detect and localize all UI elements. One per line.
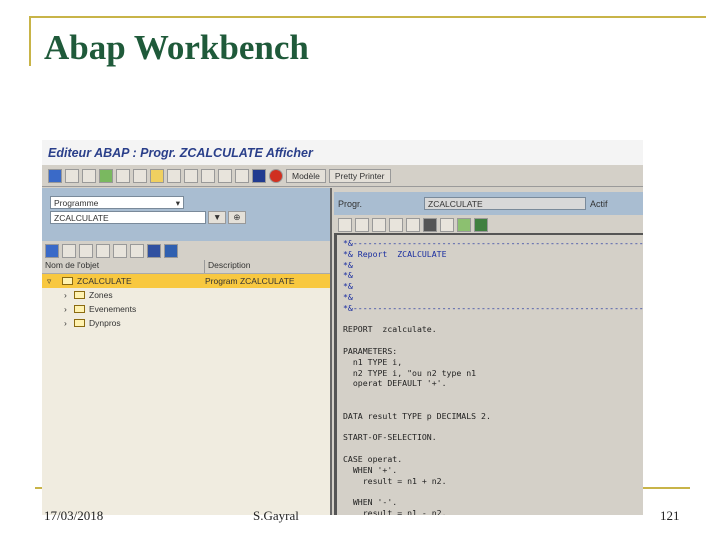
footer-date: 17/03/2018 (44, 508, 104, 523)
folder-icon (74, 305, 85, 313)
code-line: START-OF-SELECTION. (343, 432, 437, 443)
status-text: Actif (590, 198, 608, 209)
tree-row[interactable]: › Zones (42, 288, 330, 302)
back-icon[interactable] (48, 168, 62, 183)
code-line: *&--------------------------------------… (343, 238, 643, 248)
application-toolbar: Modèle Pretty Printer (42, 165, 643, 187)
program-field: ZCALCULATE (424, 197, 586, 210)
dropdown-icon: ▾ (175, 198, 180, 208)
paste-icon[interactable] (372, 218, 386, 232)
footer-author: S.Gayral (253, 508, 299, 523)
code-line: WHEN '-'. (343, 497, 398, 508)
info-icon[interactable] (150, 168, 164, 183)
code-line: *& (343, 259, 353, 270)
activate-icon[interactable] (99, 168, 113, 183)
hierarchy-icon[interactable] (201, 168, 215, 183)
download-icon[interactable] (474, 218, 488, 232)
undo-icon[interactable] (389, 218, 403, 232)
find-icon[interactable] (423, 218, 437, 232)
code-line: DATA result TYPE p DECIMALS 2. (343, 410, 491, 421)
code-line: operat DEFAULT '+'. (343, 378, 447, 389)
editor-toolbar (334, 215, 643, 235)
sap-window: Editeur ABAP : Progr. ZCALCULATE Affiche… (42, 140, 643, 515)
tree-row[interactable]: ▿ ZCALCULATE Program ZCALCULATE (42, 274, 330, 288)
forward-icon[interactable] (62, 243, 76, 258)
object-name-input[interactable]: ZCALCULATE (50, 211, 206, 224)
code-line: n1 TYPE i, (343, 356, 403, 367)
object-navigator: Programme ▾ ZCALCULATE ▼ ⊕ Nom de l'objet… (42, 188, 332, 515)
code-line: result = n1 + n2. (343, 475, 447, 486)
cut-icon[interactable] (338, 218, 352, 232)
close-icon[interactable] (164, 243, 178, 258)
collapse-icon[interactable] (96, 243, 110, 258)
code-editor[interactable]: *&--------------------------------------… (334, 233, 643, 515)
tree-row[interactable]: › Evenements (42, 302, 330, 316)
top-rule (30, 16, 706, 18)
forward-icon[interactable] (65, 168, 79, 183)
upload-icon[interactable] (457, 218, 471, 232)
code-line: *& Report ZCALCULATE (343, 248, 447, 259)
program-header: Progr. ZCALCULATE Actif (334, 192, 643, 215)
code-line: result = n1 - n2. (343, 507, 447, 515)
navigator-toolbar (42, 241, 330, 260)
tree-row[interactable]: › Dynpros (42, 316, 330, 330)
code-line: *& (343, 291, 353, 302)
slide-title: Abap Workbench (44, 28, 309, 67)
display-object-icon[interactable] (167, 168, 181, 183)
hierarchy-icon[interactable] (113, 243, 127, 258)
footer-page: 121 (660, 508, 680, 523)
code-line: CASE operat. (343, 453, 403, 464)
where-used-icon[interactable] (133, 168, 147, 183)
expand-icon[interactable] (79, 243, 93, 258)
modele-button[interactable]: Modèle (286, 168, 326, 183)
find-next-icon[interactable] (440, 218, 454, 232)
code-line: *& (343, 281, 353, 292)
left-rule (29, 16, 31, 66)
column-description[interactable]: Description (205, 260, 251, 273)
object-selection: Programme ▾ ZCALCULATE ▼ ⊕ (42, 188, 330, 241)
print-icon[interactable] (218, 168, 232, 183)
object-type-select[interactable]: Programme ▾ (50, 196, 184, 209)
code-line: PARAMETERS: (343, 345, 398, 356)
column-object-name[interactable]: Nom de l'objet (42, 260, 205, 273)
help-icon[interactable] (252, 168, 266, 183)
select-icon[interactable] (130, 243, 144, 258)
folder-icon (62, 277, 73, 285)
pretty-printer-button[interactable]: Pretty Printer (328, 168, 391, 183)
code-line: *&--------------------------------------… (343, 302, 643, 313)
debug-icon[interactable] (269, 168, 283, 183)
redo-icon[interactable] (406, 218, 420, 232)
navigate-icon[interactable] (184, 168, 198, 183)
copy-icon[interactable] (355, 218, 369, 232)
folder-icon (74, 291, 85, 299)
dropdown-button[interactable]: ▼ (208, 211, 227, 224)
refresh-icon[interactable] (147, 243, 161, 258)
code-line: n2 TYPE i, "ou n2 type n1 (343, 367, 477, 378)
tree-header: Nom de l'objet Description (42, 260, 330, 274)
window-icon[interactable] (235, 168, 249, 183)
folder-icon (74, 319, 85, 327)
code-line: *& (343, 270, 353, 281)
code-line: WHEN '+'. (343, 464, 398, 475)
back-icon[interactable] (45, 243, 59, 258)
code-line: REPORT zcalculate. (343, 324, 437, 335)
display-button[interactable]: ⊕ (228, 211, 246, 224)
window-title: Editeur ABAP : Progr. ZCALCULATE Affiche… (42, 140, 643, 165)
editor-pane: Progr. ZCALCULATE Actif *&--------------… (334, 188, 643, 515)
edit-icon[interactable] (82, 168, 96, 183)
check-icon[interactable] (116, 168, 130, 183)
